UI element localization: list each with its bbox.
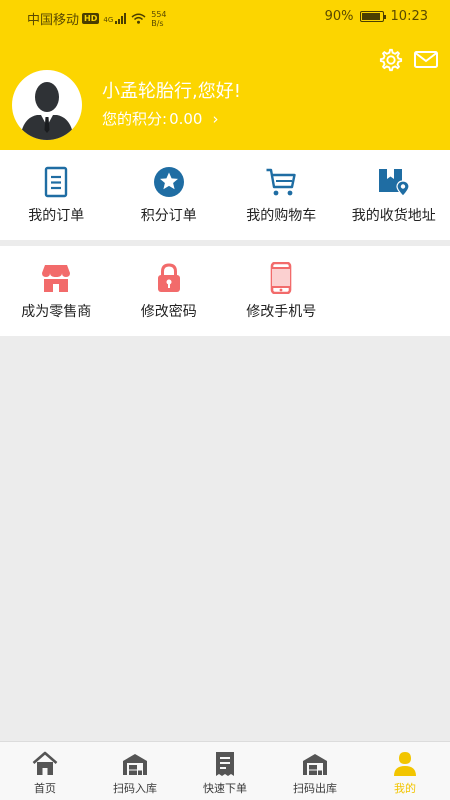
tab-scan-out[interactable]: 扫码出库 <box>270 742 360 800</box>
menu-item-cart[interactable]: 我的购物车 <box>225 150 338 240</box>
tab-label: 扫码入库 <box>113 782 157 795</box>
net-speed-unit: B/s <box>151 18 164 28</box>
status-left: 中国移动 HD 4G 554 B/s <box>27 9 171 29</box>
menu-label: 我的收货地址 <box>351 208 436 224</box>
receipt-icon <box>216 752 234 776</box>
menu-label: 积分订单 <box>140 208 197 224</box>
status-time: 10:23 <box>390 9 428 24</box>
phone-icon <box>270 262 292 294</box>
settings-icon[interactable] <box>378 48 404 72</box>
order-list-icon <box>45 166 68 198</box>
menu-label: 修改手机号 <box>246 304 317 320</box>
tab-label: 首页 <box>34 782 56 795</box>
points-label: 您的积分: <box>102 110 168 128</box>
menu-item-points-orders[interactable]: 积分订单 <box>113 150 226 240</box>
chevron-right-icon: › <box>212 109 219 128</box>
wifi-icon <box>131 13 146 24</box>
tab-label: 快速下单 <box>203 782 247 795</box>
menu-label: 修改密码 <box>140 304 197 320</box>
tab-label: 我的 <box>394 782 416 795</box>
menu-label: 成为零售商 <box>21 304 92 320</box>
menu-item-change-password[interactable]: 修改密码 <box>113 246 226 336</box>
greeting-text: 小孟轮胎行,您好! <box>102 81 241 102</box>
menu-item-change-phone[interactable]: 修改手机号 <box>225 246 338 336</box>
menu-item-address[interactable]: 我的收货地址 <box>338 150 450 240</box>
status-right: 90% 10:23 <box>325 9 428 24</box>
carrier-name: 中国移动 <box>27 13 80 28</box>
battery-percent: 90% <box>324 9 354 24</box>
profile-header: 中国移动 HD 4G 554 B/s 90% 10:23 小孟轮胎行,您好! 您… <box>0 0 450 150</box>
tab-label: 扫码出库 <box>293 782 337 795</box>
net-speed: 554 B/s <box>151 10 171 28</box>
bottom-tab-bar: 首页 扫码入库 快速下单 扫码出库 我的 <box>0 741 450 800</box>
points-value: 0.00 <box>169 109 203 128</box>
menu-label: 我的订单 <box>28 208 85 224</box>
status-bar: 中国移动 HD 4G 554 B/s 90% 10:23 <box>0 0 450 34</box>
warehouse-in-icon <box>123 754 147 775</box>
signal-icon: 4G <box>103 13 127 24</box>
warehouse-out-icon <box>303 754 327 775</box>
cart-icon <box>266 168 296 196</box>
tab-quick-order[interactable]: 快速下单 <box>180 742 270 800</box>
menu-item-my-orders[interactable]: 我的订单 <box>0 150 113 240</box>
tab-home[interactable]: 首页 <box>0 742 90 800</box>
star-circle-icon <box>153 167 184 197</box>
menu-label: 我的购物车 <box>246 208 317 224</box>
hd-badge: HD <box>82 13 100 24</box>
store-icon <box>42 265 71 292</box>
menu-item-become-retailer[interactable]: 成为零售商 <box>0 246 113 336</box>
battery-icon <box>359 11 386 22</box>
primary-menu: 我的订单 积分订单 我的购物车 我的收货地址 <box>0 150 450 240</box>
lock-icon <box>157 263 180 292</box>
address-box-icon <box>378 169 410 197</box>
tab-mine[interactable]: 我的 <box>360 742 450 800</box>
points-link[interactable]: 您的积分: 0.00 › <box>102 108 218 129</box>
secondary-menu: 成为零售商 修改密码 修改手机号 <box>0 246 450 336</box>
home-icon <box>32 751 58 775</box>
message-icon[interactable] <box>413 48 439 72</box>
tab-scan-in[interactable]: 扫码入库 <box>90 742 180 800</box>
network-type: 4G <box>103 16 114 24</box>
net-speed-value: 554 <box>151 9 167 19</box>
avatar-silhouette <box>20 82 74 140</box>
user-icon <box>394 752 416 776</box>
avatar[interactable] <box>12 70 82 140</box>
